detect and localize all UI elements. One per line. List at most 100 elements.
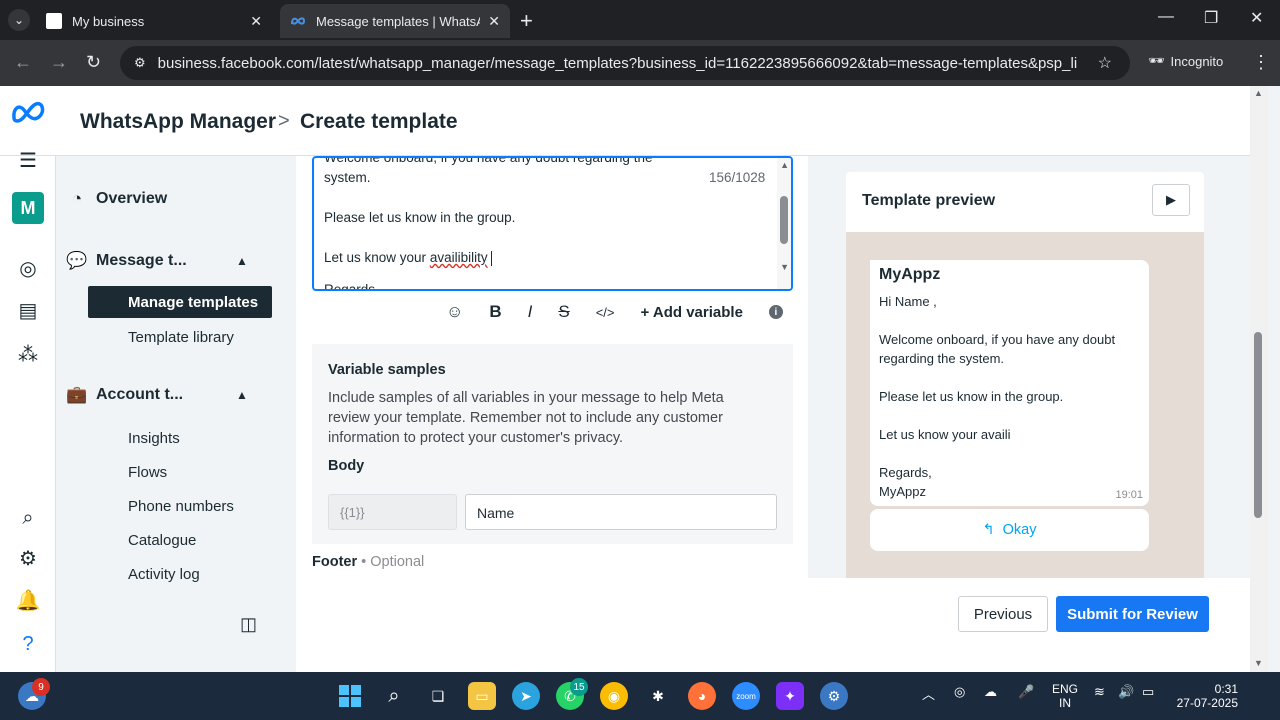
close-window-icon[interactable]: ✕	[1250, 8, 1263, 28]
play-icon: ▶	[1166, 192, 1176, 207]
emoji-icon[interactable]: ☺	[446, 302, 463, 322]
scroll-down-icon[interactable]: ▼	[1254, 658, 1263, 668]
close-tab-icon[interactable]: ✕	[250, 13, 262, 30]
incognito-indicator[interactable]: 🕶 Incognito	[1148, 53, 1223, 69]
icon-rail: ☰ M ◎ ▤ ⁂ ⌕ ⚙ 🔔 ?	[0, 150, 56, 672]
app-header: WhatsApp Manager > Create template	[0, 86, 1250, 156]
browser-menu-icon[interactable]: ⋮	[1252, 52, 1270, 73]
breadcrumb-separator: >	[278, 110, 290, 132]
browser-tab-my-business[interactable]: My business ✕	[36, 4, 272, 38]
nav-activity-log[interactable]: Activity log	[128, 566, 200, 583]
back-icon[interactable]: ←	[14, 52, 32, 73]
battery-icon[interactable]: ▭	[1142, 684, 1154, 700]
chevron-up-icon[interactable]: ▲	[236, 254, 248, 268]
nav-message-templates[interactable]: 💬 Message t... ▲	[66, 251, 247, 270]
page-title: Create template	[300, 110, 458, 133]
nav-flows[interactable]: Flows	[128, 464, 167, 481]
meta-logo-icon[interactable]	[10, 100, 48, 124]
quick-reply-button[interactable]: ↰ Okay	[870, 509, 1149, 551]
language-line-2: IN	[1059, 696, 1071, 710]
help-icon[interactable]: ?	[16, 632, 40, 656]
incognito-icon: 🕶	[1148, 53, 1165, 68]
firefox-icon[interactable]: ◕	[688, 682, 716, 710]
cloud-icon[interactable]: ☁	[984, 684, 997, 700]
wifi-icon[interactable]: ≋	[1094, 684, 1105, 700]
windows-taskbar: ☁ 9 ⌕ ❏ ▭ ➤ ✆ 15 ◉ ✱ ◕ zoom ✦ ⚙ ︿ ◎ ☁ 🎤 …	[0, 672, 1280, 720]
editor-line: Welcome onboard, if you have any doubt r…	[324, 156, 653, 165]
address-bar[interactable]: ⚙ business.facebook.com/latest/whatsapp_…	[120, 46, 1130, 80]
network-icon[interactable]: ⁂	[16, 342, 40, 366]
variable-sample-input[interactable]: Name	[465, 494, 777, 530]
play-preview-button[interactable]: ▶	[1152, 184, 1190, 216]
nav-overview[interactable]: ◔ Overview	[72, 189, 167, 208]
hamburger-menu-icon[interactable]: ☰	[16, 148, 40, 172]
nav-account-tools[interactable]: 💼 Account t... ▲	[66, 385, 247, 404]
collapse-sidebar-icon[interactable]: ◫	[240, 614, 257, 635]
clock-date: 27-07-2025	[1176, 696, 1238, 710]
nav-phone-numbers[interactable]: Phone numbers	[128, 498, 234, 515]
settings-app-icon[interactable]: ⚙	[820, 682, 848, 710]
previous-button[interactable]: Previous	[958, 596, 1048, 632]
minimize-icon[interactable]: —	[1158, 8, 1174, 26]
tray-chevron-icon[interactable]: ︿	[922, 684, 935, 703]
language-indicator[interactable]: ENG IN	[1052, 682, 1078, 710]
slack-icon[interactable]: ✱	[644, 682, 672, 710]
telegram-icon[interactable]: ➤	[512, 682, 540, 710]
page-scrollbar[interactable]: ▲ ▼	[1250, 86, 1268, 672]
pages-icon[interactable]: ▤	[16, 298, 40, 322]
app-icon[interactable]: ✦	[776, 682, 804, 710]
scroll-down-icon[interactable]: ▼	[780, 262, 789, 272]
info-icon[interactable]: i	[768, 305, 783, 319]
nav-manage-templates[interactable]: Manage templates	[88, 286, 272, 318]
compass-icon[interactable]: ◎	[16, 256, 40, 280]
editor-scrollbar[interactable]: ▲ ▼	[777, 158, 791, 289]
notifications-bell-icon[interactable]: 🔔	[16, 588, 41, 612]
code-icon[interactable]: </>	[596, 305, 615, 320]
message-line: MyAppz	[879, 484, 926, 499]
meta-icon	[290, 13, 306, 29]
business-avatar[interactable]: M	[12, 192, 44, 224]
zoom-icon[interactable]: zoom	[732, 682, 760, 710]
browser-tab-message-templates[interactable]: Message templates | WhatsApp ✕	[280, 4, 510, 38]
site-info-icon[interactable]: ⚙	[134, 55, 146, 71]
weather-badge: 9	[32, 678, 50, 696]
body-text-editor[interactable]: Welcome onboard, if you have any doubt r…	[312, 156, 793, 291]
file-explorer-icon[interactable]: ▭	[468, 682, 496, 710]
volume-icon[interactable]: 🔊	[1118, 684, 1134, 700]
chrome-icon[interactable]: ◉	[600, 682, 628, 710]
restore-icon[interactable]: ❐	[1204, 8, 1218, 28]
nav-template-library[interactable]: Template library	[128, 329, 234, 346]
breadcrumb-whatsapp-manager[interactable]: WhatsApp Manager	[80, 110, 276, 134]
task-view-icon[interactable]: ❏	[424, 682, 452, 710]
nav-catalogue[interactable]: Catalogue	[128, 532, 196, 549]
page-scroll-thumb[interactable]	[1254, 332, 1262, 518]
chevron-up-icon[interactable]: ▲	[236, 388, 248, 402]
strikethrough-icon[interactable]: S	[558, 302, 569, 322]
scroll-up-icon[interactable]: ▲	[1254, 88, 1263, 98]
italic-icon[interactable]: I	[528, 302, 533, 322]
scroll-up-icon[interactable]: ▲	[780, 160, 789, 170]
close-tab-icon[interactable]: ✕	[488, 13, 500, 30]
windows-start-icon[interactable]	[336, 682, 364, 710]
misspelled-word[interactable]: availibility	[430, 250, 488, 265]
character-counter: 156/1028	[709, 170, 766, 185]
settings-gear-icon[interactable]: ⚙	[16, 546, 40, 570]
bold-icon[interactable]: B	[489, 302, 501, 322]
editor-scroll-thumb[interactable]	[780, 196, 788, 244]
location-icon[interactable]: ◎	[954, 684, 965, 700]
editor-line-current: Let us know your availibility	[324, 250, 492, 266]
new-tab-icon[interactable]: +	[520, 8, 533, 34]
forward-icon[interactable]: →	[50, 52, 68, 73]
nav-insights[interactable]: Insights	[128, 430, 180, 447]
bookmark-star-icon[interactable]: ☆	[1098, 53, 1112, 73]
tab-search-icon[interactable]: ⌄	[8, 9, 30, 31]
search-icon[interactable]: ⌕	[16, 506, 40, 530]
side-navigation: ◔ Overview 💬 Message t... ▲ Manage templ…	[56, 156, 296, 672]
reload-icon[interactable]: ↻	[86, 52, 101, 73]
submit-for-review-button[interactable]: Submit for Review	[1056, 596, 1209, 632]
add-variable-button[interactable]: + Add variable	[641, 304, 743, 321]
text-caret	[490, 250, 492, 266]
search-taskbar-icon[interactable]: ⌕	[380, 682, 408, 710]
microphone-icon[interactable]: 🎤	[1018, 684, 1034, 700]
system-clock[interactable]: 0:31 27-07-2025	[1174, 682, 1238, 710]
